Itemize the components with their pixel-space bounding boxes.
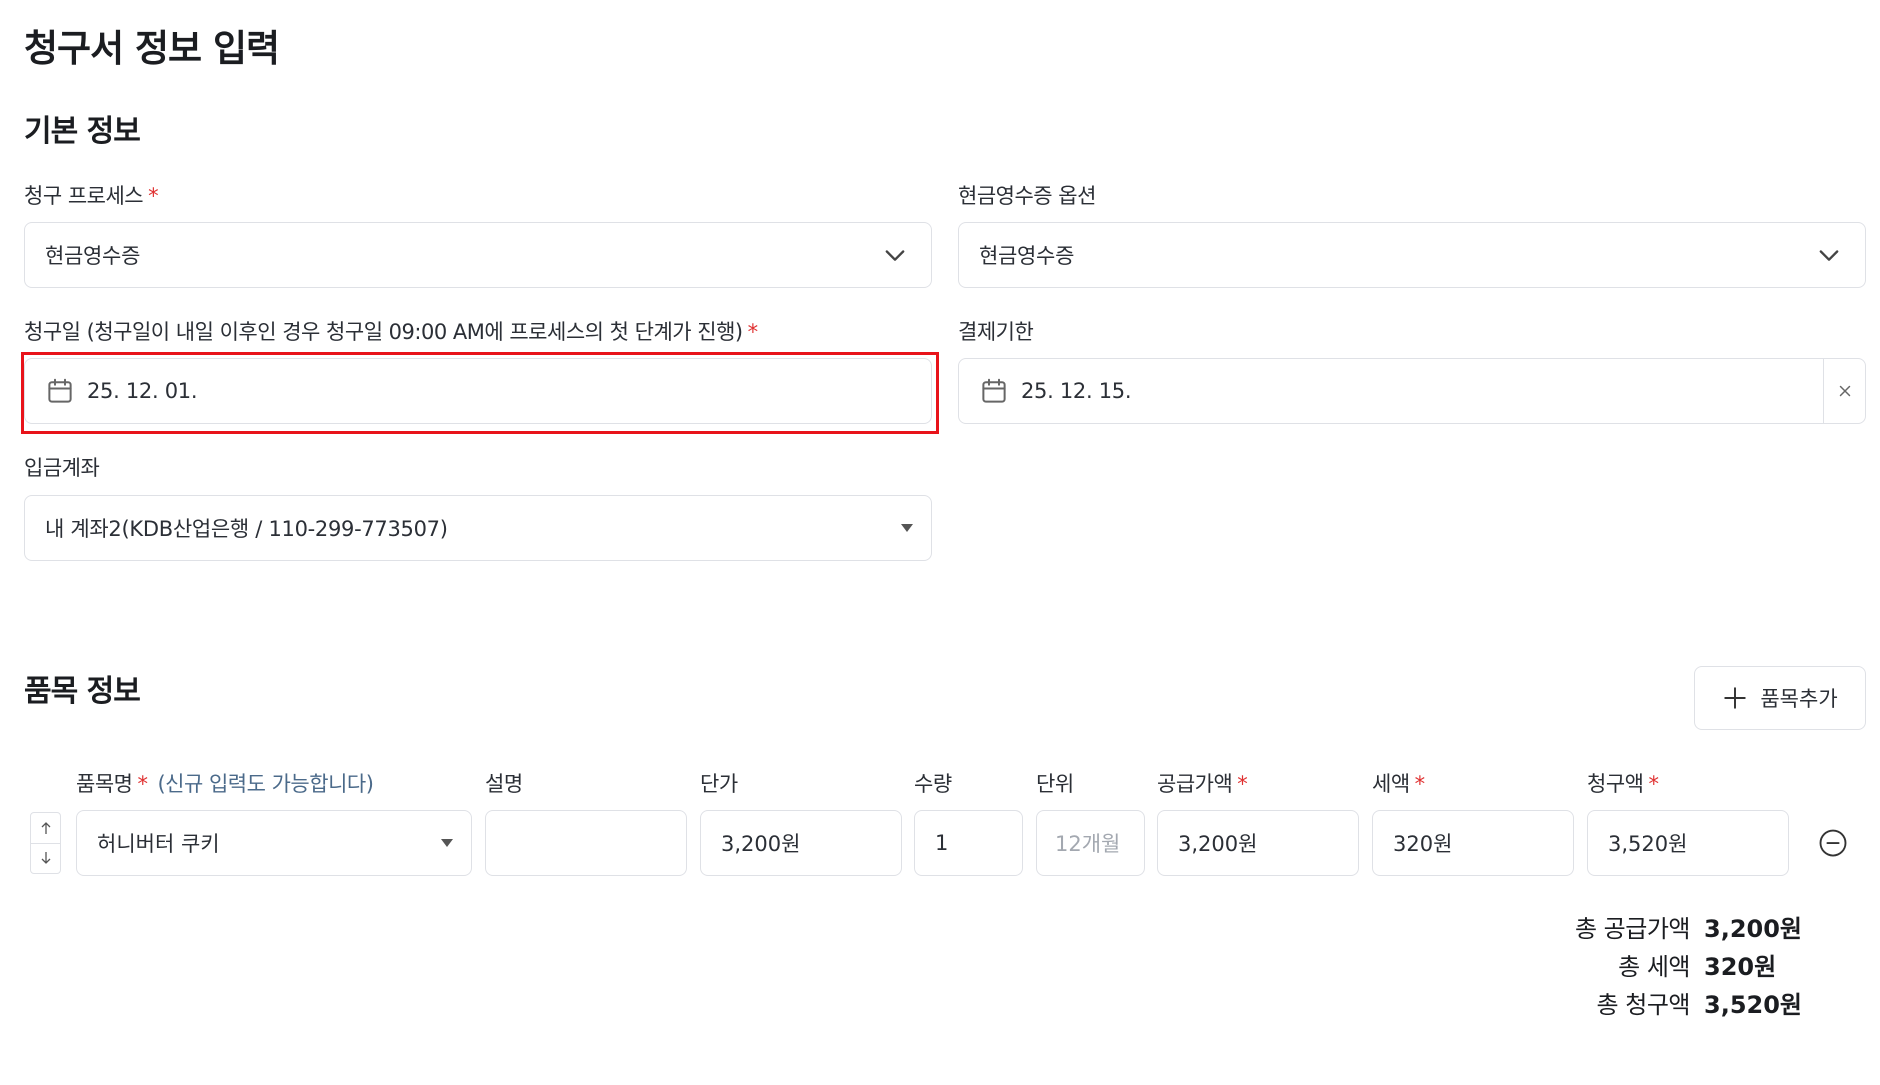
cash-receipt-option-label: 현금영수증 옵션: [958, 184, 1096, 208]
deposit-account-select[interactable]: 내 계좌2(KDB산업은행 / 110-299-773507): [24, 495, 932, 561]
due-date-input[interactable]: 25. 12. 15.: [958, 358, 1866, 424]
col-billing-amount-header: 청구액 *: [1587, 772, 1659, 796]
total-billing-label: 총 청구액: [1596, 991, 1691, 1019]
total-supply-label: 총 공급가액: [1574, 915, 1691, 943]
total-supply-value: 3,200원: [1704, 915, 1802, 943]
remove-row-button[interactable]: [1818, 828, 1848, 858]
col-unit-header: 단위: [1036, 772, 1074, 796]
items-info-title: 품목 정보: [24, 674, 141, 709]
deposit-account-label: 입금계좌: [24, 456, 100, 480]
item-supply-amount-input[interactable]: 3,200원: [1157, 810, 1359, 876]
move-up-button[interactable]: [31, 813, 60, 843]
item-tax-input[interactable]: 320원: [1372, 810, 1574, 876]
billing-date-input[interactable]: 25. 12. 01.: [24, 358, 932, 424]
add-item-label: 품목추가: [1760, 687, 1838, 711]
billing-process-select[interactable]: 현금영수증: [24, 222, 932, 288]
cash-receipt-option-value: 현금영수증: [979, 244, 1075, 268]
item-name-select[interactable]: 허니버터 쿠키: [76, 810, 472, 876]
arrow-up-icon: [41, 821, 50, 834]
col-unit-price-header: 단가: [700, 772, 738, 796]
col-tax-header: 세액 *: [1372, 772, 1425, 796]
col-supply-amount-header: 공급가액 *: [1157, 772, 1248, 796]
cash-receipt-option-select[interactable]: 현금영수증: [958, 222, 1866, 288]
chevron-down-icon: [885, 250, 905, 261]
caret-down-icon: [901, 524, 913, 532]
plus-icon: [1724, 687, 1747, 709]
item-unit-input[interactable]: 12개월: [1036, 810, 1145, 876]
due-date-label: 결제기한: [958, 320, 1034, 344]
close-icon: [1839, 385, 1850, 397]
basic-info-title: 기본 정보: [24, 114, 141, 149]
total-billing-value: 3,520원: [1704, 991, 1802, 1019]
col-name-header: 품목명 * (신규 입력도 가능합니다): [76, 772, 374, 796]
deposit-account-value: 내 계좌2(KDB산업은행 / 110-299-773507): [45, 517, 448, 541]
calendar-icon: [982, 378, 1006, 403]
total-tax-label: 총 세액: [1618, 953, 1690, 981]
calendar-icon: [48, 378, 72, 403]
total-tax-row: 총 세액 320원: [1575, 947, 1808, 985]
chevron-down-icon: [1819, 250, 1839, 261]
add-item-button[interactable]: 품목추가: [1694, 666, 1866, 730]
item-description-input[interactable]: [485, 810, 687, 876]
billing-date-value: 25. 12. 01.: [87, 379, 198, 403]
row-reorder-control: [30, 812, 61, 874]
item-billing-amount-input[interactable]: 3,520원: [1587, 810, 1789, 876]
total-billing-row: 총 청구액 3,520원: [1575, 985, 1808, 1023]
col-quantity-header: 수량: [914, 772, 952, 796]
caret-down-icon: [441, 839, 453, 847]
billing-process-label: 청구 프로세스 *: [24, 184, 159, 208]
item-unit-price-input[interactable]: 3,200원: [700, 810, 902, 876]
move-down-button[interactable]: [31, 842, 60, 874]
billing-date-label: 청구일 (청구일이 내일 이후인 경우 청구일 09:00 AM에 프로세스의 …: [24, 320, 758, 344]
page-title: 청구서 정보 입력: [24, 27, 280, 70]
total-supply-row: 총 공급가액 3,200원: [1575, 909, 1808, 947]
item-quantity-input[interactable]: 1: [914, 810, 1023, 876]
due-date-value: 25. 12. 15.: [1021, 379, 1132, 403]
totals-summary: 총 공급가액 3,200원 총 세액 320원 총 청구액 3,520원: [1575, 909, 1808, 1023]
item-name-value: 허니버터 쿠키: [97, 832, 220, 856]
billing-process-value: 현금영수증: [45, 244, 141, 268]
total-tax-value: 320원: [1704, 953, 1777, 981]
clear-date-button[interactable]: [1823, 359, 1865, 423]
col-description-header: 설명: [485, 772, 523, 796]
arrow-down-icon: [41, 852, 50, 865]
minus-circle-icon: [1819, 829, 1847, 857]
